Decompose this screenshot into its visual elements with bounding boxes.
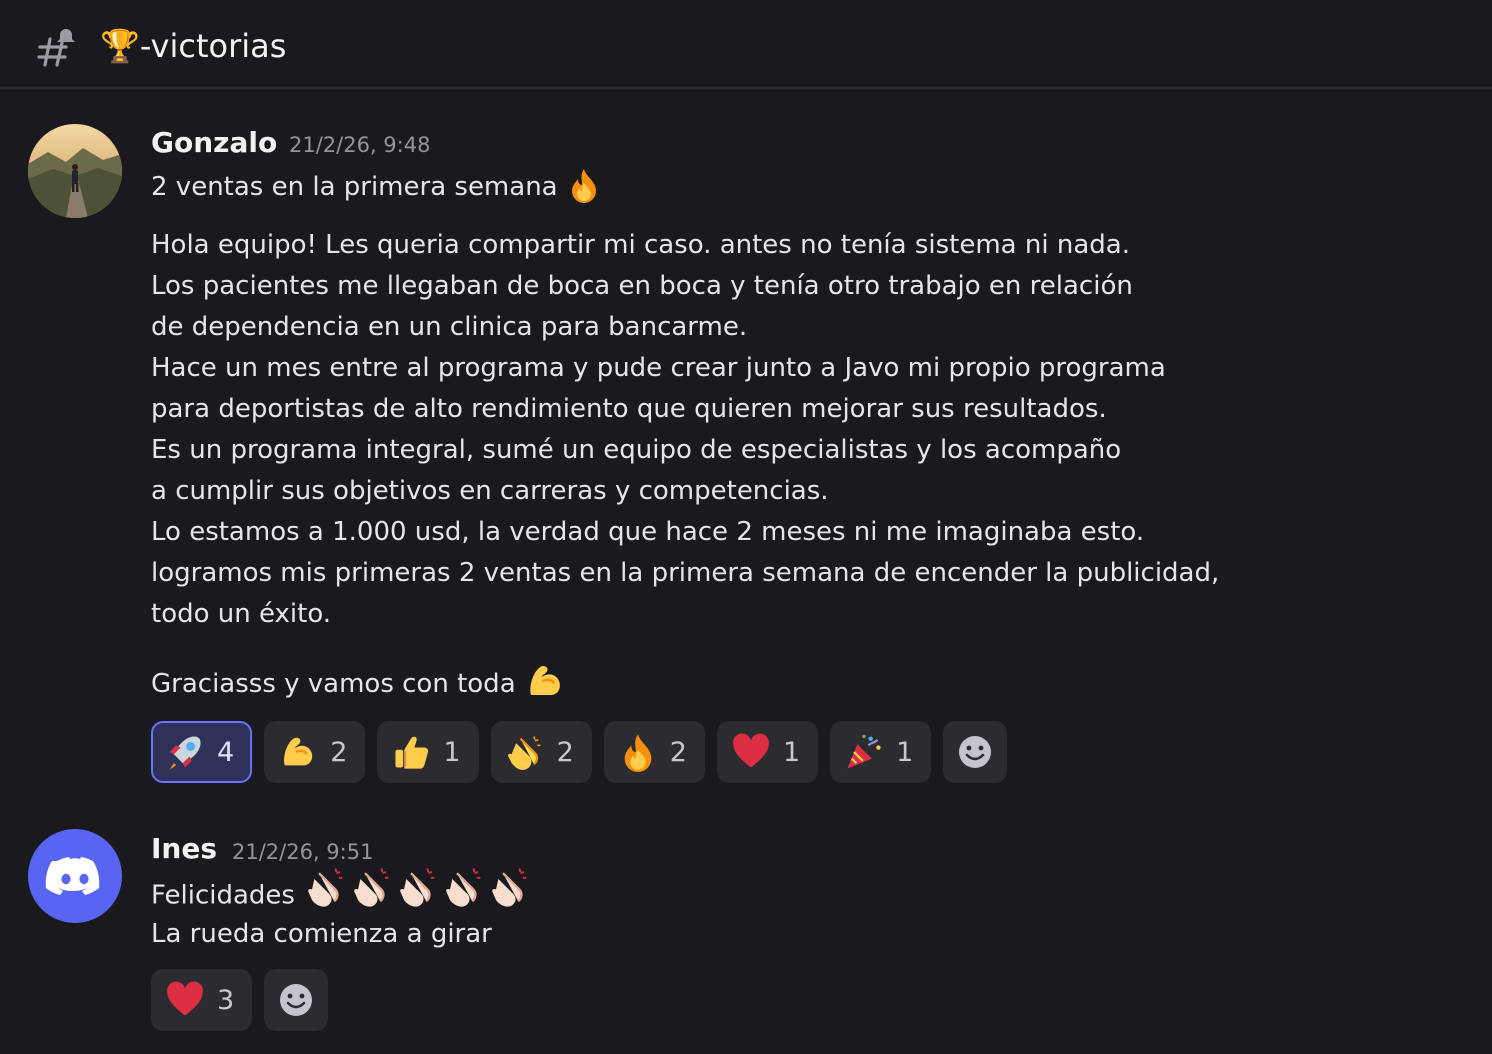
flexed-biceps-emoji-icon (284, 737, 313, 766)
message-body-line: Hace un mes entre al programa y pude cre… (151, 353, 1166, 383)
author-name[interactable]: Gonzalo (151, 125, 277, 161)
discord-logo-icon (45, 857, 100, 895)
reaction-count: 1 (896, 736, 914, 768)
clapping-hands-light-emoji-icon (492, 868, 527, 907)
clapping-hands-light-emoji-icon (308, 868, 343, 907)
message-body-line: Felicidades (151, 868, 533, 919)
reaction-bar: 4 2 1 2 2 1 1 (151, 721, 1008, 783)
reaction-count: 3 (217, 984, 235, 1016)
thumbs-up-emoji-icon (395, 736, 429, 769)
clapping-hands-light-emoji-icon (446, 868, 481, 907)
message-body-line: Los pacientes me llegaban de boca en boc… (151, 271, 1133, 301)
channel-header: 🏆-victorias (0, 0, 1492, 89)
clapping-hands-light-emoji-icon (354, 868, 389, 907)
clapping-hands-emoji-icon (507, 736, 541, 770)
reaction-bar: 3 (151, 969, 329, 1031)
message-body-line: logramos mis primeras 2 ventas en la pri… (151, 558, 1220, 588)
message-body-line: de dependencia en un clinica para bancar… (151, 312, 748, 342)
add-reaction-button[interactable] (943, 721, 1008, 783)
reaction-thumbs-up[interactable]: 1 (377, 721, 479, 783)
reaction-red-heart[interactable]: 1 (716, 721, 819, 783)
channel-title: 🏆-victorias (100, 27, 287, 65)
smiley-add-reaction-icon (280, 984, 313, 1016)
reaction-rocket[interactable]: 4 (151, 721, 253, 783)
message-body-line: todo un éxito. (151, 599, 332, 629)
avatar[interactable] (28, 829, 122, 923)
message-body-line: Es un programa integral, sumé un equipo … (151, 435, 1122, 465)
message-body-line: Graciasss y vamos con toda (151, 664, 566, 704)
message-body-line: para deportistas de alto rendimiento que… (151, 394, 1107, 424)
reaction-count: 1 (782, 736, 801, 768)
avatar[interactable] (28, 124, 122, 218)
red-heart-emoji-icon (733, 733, 769, 768)
party-popper-emoji-icon (847, 734, 881, 769)
reaction-red-heart[interactable]: 3 (151, 969, 253, 1031)
add-reaction-button[interactable] (264, 969, 329, 1031)
clapping-hands-row (303, 865, 533, 919)
clapping-hands-light-emoji-icon (400, 868, 435, 907)
reaction-count: 1 (443, 736, 461, 768)
threads-hash-icon (37, 29, 75, 67)
reaction-count: 2 (330, 736, 348, 768)
message-timestamp: 21/2/26, 9:48 (289, 133, 431, 157)
reaction-clapping-hands[interactable]: 2 (490, 721, 592, 783)
reaction-flexed-biceps[interactable]: 2 (264, 721, 366, 783)
smiley-add-reaction-icon (959, 736, 992, 768)
fire-emoji-icon (624, 734, 652, 772)
fire-emoji-icon (571, 168, 596, 203)
reaction-count: 2 (669, 736, 687, 768)
message-subject: 2 ventas en la primera semana (151, 167, 602, 207)
reaction-count: 2 (556, 736, 574, 768)
rocket-emoji-icon (169, 736, 201, 770)
reaction-count: 4 (217, 736, 235, 768)
reaction-party-popper[interactable]: 1 (830, 721, 932, 783)
reaction-fire[interactable]: 2 (603, 721, 705, 783)
message-body-line: a cumplir sus objetivos en carreras y co… (151, 476, 829, 506)
message-body-line: La rueda comienza a girar (151, 919, 492, 949)
author-name[interactable]: Ines (151, 831, 217, 867)
flexed-biceps-emoji-icon (530, 665, 560, 695)
red-heart-emoji-icon (167, 981, 203, 1016)
message-body-line: Lo estamos a 1.000 usd, la verdad que ha… (151, 517, 1145, 547)
message-body-line: Hola equipo! Les queria compartir mi cas… (151, 230, 1130, 260)
